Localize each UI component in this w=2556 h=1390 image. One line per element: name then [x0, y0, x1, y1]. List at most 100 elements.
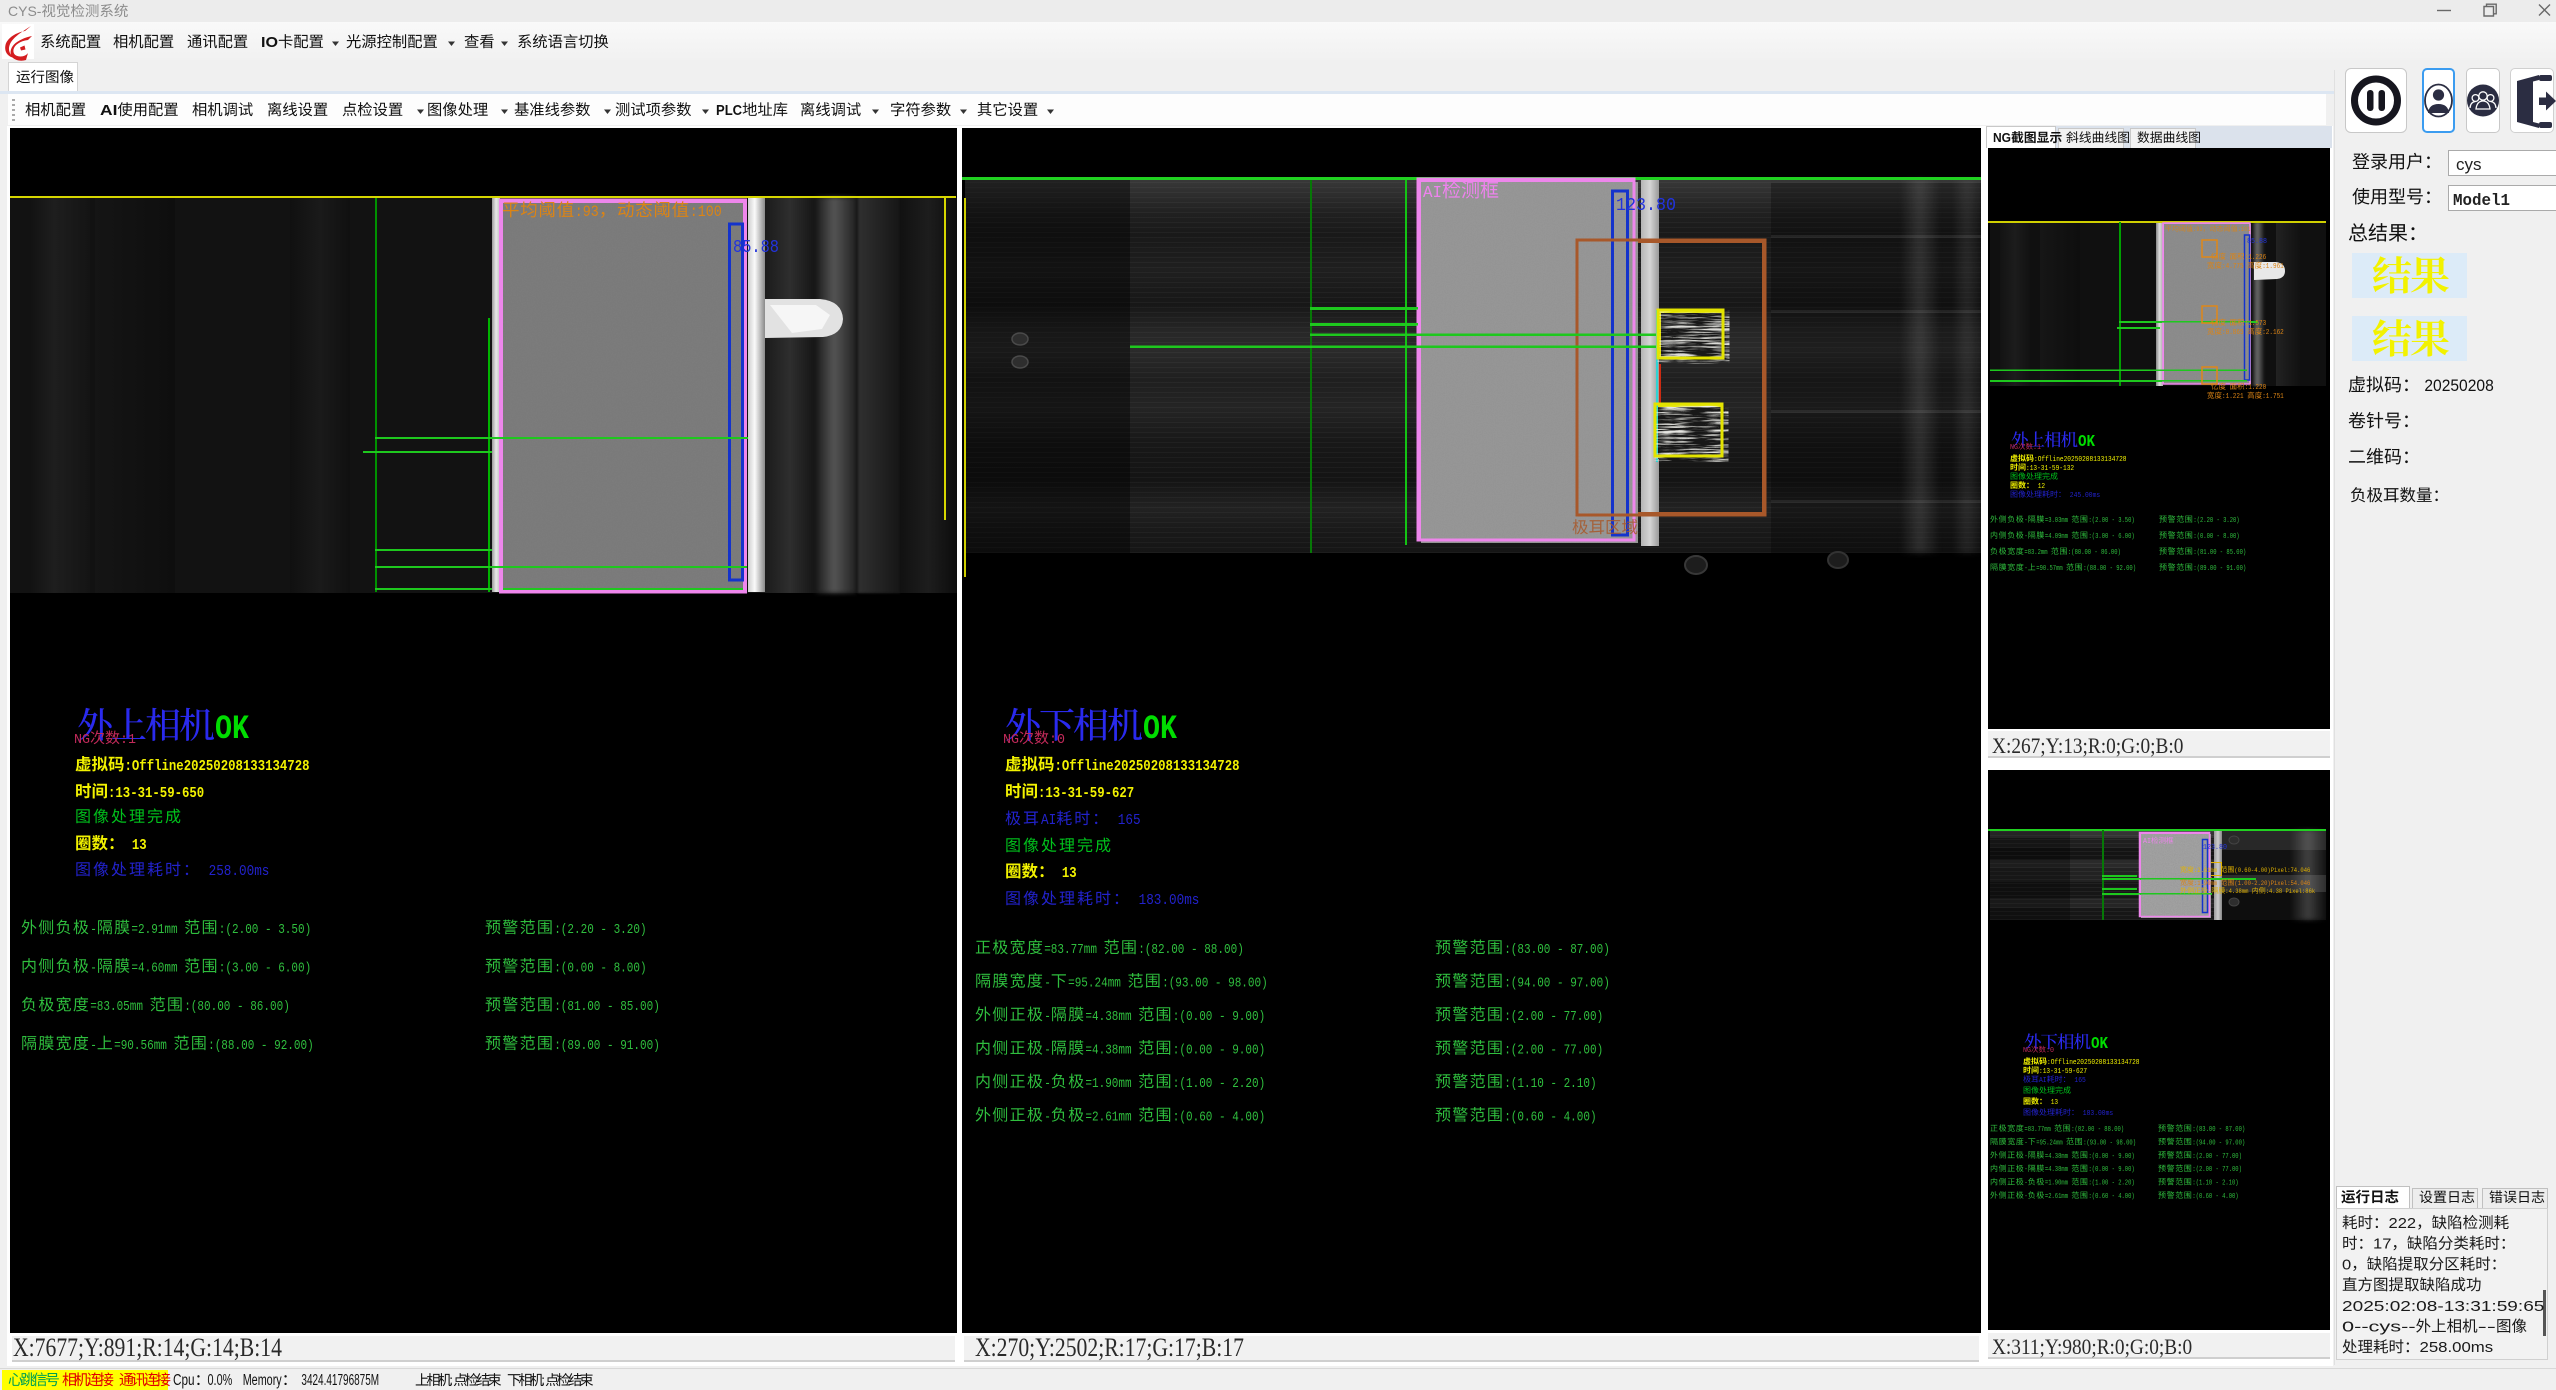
svg-text:=83.05mm: =83.05mm [90, 999, 149, 1015]
svg-text::1.90mm: :1.90mm [2194, 880, 2220, 887]
svg-text::1.220: :1.220 [2245, 384, 2267, 392]
svg-text::(93.00 - 98.00): :(93.00 - 98.00) [2083, 1139, 2136, 1147]
svg-text:=95.24mm: =95.24mm [1068, 976, 1127, 992]
svg-text::(0.60 - 4.00): :(0.60 - 4.00) [1504, 1110, 1596, 1126]
svg-text::(3.00 - 6.00): :(3.00 - 6.00) [2089, 533, 2135, 541]
svg-text::(80.00 - 86.00): :(80.00 - 86.00) [2068, 549, 2121, 557]
svg-text:123.80: 123.80 [2203, 844, 2227, 852]
svg-text:X:311;Y:980;R:0;G:0;B:0: X:311;Y:980;R:0;G:0;B:0 [1992, 1334, 2192, 1359]
svg-text:=4.09mm: =4.09mm [2045, 533, 2071, 541]
svg-text::0: :0 [2046, 1047, 2054, 1055]
svg-text::13-31-59-627: :13-31-59-627 [1038, 786, 1134, 802]
svg-text:AI: AI [1423, 184, 1442, 203]
svg-text::(0.00 - 9.00): :(0.00 - 9.00) [1173, 1043, 1265, 1059]
svg-text:(1.00-2.20)Pixel:54.046: (1.00-2.20)Pixel:54.046 [2234, 880, 2310, 887]
svg-text::(1.10 - 2.10): :(1.10 - 2.10) [2192, 1180, 2238, 1188]
svg-text::(2.00 - 77.00): :(2.00 - 77.00) [1504, 1043, 1603, 1059]
svg-text::Offline20250208133134728: :Offline20250208133134728 [2047, 1059, 2140, 1067]
svg-text:=83.2mm: =83.2mm [2024, 549, 2050, 557]
svg-text:=1.90mm: =1.90mm [1085, 1076, 1138, 1092]
svg-text::1.573: :1.573 [2245, 320, 2267, 328]
svg-text:-: - [2024, 1166, 2027, 1174]
svg-text::(82.00 - 88.00): :(82.00 - 88.00) [2071, 1126, 2124, 1134]
svg-text::(1.00 - 2.20): :(1.00 - 2.20) [1173, 1076, 1265, 1092]
svg-text:-: - [2208, 888, 2211, 895]
svg-text::(1.10 - 2.10): :(1.10 - 2.10) [1504, 1076, 1596, 1092]
svg-text:-: - [2024, 1153, 2027, 1161]
svg-text:-: - [2024, 1193, 2027, 1201]
svg-text:85.88: 85.88 [2247, 238, 2267, 246]
svg-text:12: 12 [2034, 483, 2045, 491]
svg-text::4.38mm: :4.38mm [2225, 888, 2251, 895]
svg-text::: : [449, 1372, 453, 1388]
svg-text::101: :101 [2238, 226, 2251, 233]
svg-text:CYS-: CYS- [8, 3, 42, 19]
svg-text::1.226: :1.226 [2245, 254, 2267, 262]
svg-text:=4.60mm: =4.60mm [131, 961, 184, 977]
svg-text::13-31-59-627: :13-31-59-627 [2039, 1068, 2087, 1076]
svg-text:183.00ms: 183.00ms [2079, 1110, 2113, 1118]
svg-text:AI: AI [2143, 838, 2151, 846]
svg-text:=4.38mm: =4.38mm [1085, 1009, 1138, 1025]
svg-text:222: 222 [2389, 1215, 2417, 1232]
svg-text:0: 0 [2342, 1256, 2351, 1273]
svg-text:PLC: PLC [716, 103, 743, 119]
svg-text::4.775: :4.775 [2222, 263, 2247, 271]
svg-text::(89.00 - 91.00): :(89.00 - 91.00) [554, 1038, 660, 1054]
svg-text::1: :1 [120, 732, 136, 748]
svg-text::(83.00 - 87.00): :(83.00 - 87.00) [1504, 942, 1610, 958]
svg-text::(89.00 - 91.00): :(89.00 - 91.00) [2193, 565, 2246, 573]
svg-text:13: 13 [2047, 1099, 2058, 1107]
svg-text:NG: NG [1003, 732, 1019, 748]
svg-text:-: - [2024, 565, 2027, 573]
svg-text::2.61mm: :2.61mm [2194, 867, 2220, 874]
svg-text::(0.00 - 9.00): :(0.00 - 9.00) [2089, 1153, 2135, 1161]
svg-text::(2.20 - 3.20): :(2.20 - 3.20) [2193, 517, 2239, 525]
svg-text::(88.00 - 92.00): :(88.00 - 92.00) [208, 1038, 314, 1054]
svg-text:-: - [2024, 517, 2027, 525]
svg-text:-: - [90, 961, 97, 977]
svg-text:-: - [2024, 1139, 2027, 1147]
svg-text:NG: NG [74, 732, 90, 748]
svg-text:-: - [1044, 1110, 1051, 1126]
svg-text:cys: cys [2456, 155, 2482, 174]
svg-text::(0.60 - 4.00): :(0.60 - 4.00) [1173, 1110, 1265, 1126]
svg-text::93: :93 [2193, 226, 2203, 233]
svg-text::(94.00 - 97.00): :(94.00 - 97.00) [1504, 976, 1610, 992]
svg-text::0: :0 [1049, 732, 1065, 748]
svg-text:=83.77mm: =83.77mm [2024, 1126, 2054, 1134]
svg-text::1.961: :1.961 [2262, 263, 2284, 271]
svg-text::(94.00 - 97.00): :(94.00 - 97.00) [2192, 1139, 2245, 1147]
svg-text:20250208: 20250208 [2420, 376, 2494, 395]
svg-text:=4.38mm: =4.38mm [1085, 1043, 1138, 1059]
svg-text:0--cys--: 0--cys-- [2342, 1319, 2416, 1336]
svg-text:13: 13 [125, 838, 147, 854]
svg-text:=3.03mm: =3.03mm [2045, 517, 2071, 525]
svg-text:Cpu: Cpu [173, 1372, 195, 1389]
svg-text::(80.00 - 86.00): :(80.00 - 86.00) [184, 999, 290, 1015]
svg-text:258.00ms: 258.00ms [2420, 1339, 2494, 1356]
svg-text::13-31-59-132: :13-31-59-132 [2026, 465, 2074, 473]
svg-text:165: 165 [2071, 1077, 2087, 1085]
svg-text:OK: OK [2078, 433, 2096, 452]
svg-text:OK: OK [2091, 1035, 2109, 1054]
svg-text::: : [541, 1372, 545, 1388]
svg-text::1.751: :1.751 [2262, 393, 2284, 401]
svg-text::(93.00 - 98.00): :(93.00 - 98.00) [1162, 976, 1268, 992]
svg-text:165: 165 [1110, 813, 1140, 829]
svg-text::0.865: :0.865 [2222, 329, 2247, 337]
svg-text::Offline20250208133134728: :Offline20250208133134728 [2034, 456, 2127, 464]
svg-text::(0.00 - 8.00): :(0.00 - 8.00) [554, 961, 646, 977]
svg-text::(2.00 - 3.50): :(2.00 - 3.50) [219, 922, 311, 938]
svg-text::Offline20250208133134728: :Offline20250208133134728 [1055, 759, 1240, 775]
svg-text::2.162: :2.162 [2262, 329, 2284, 337]
svg-text:AI: AI [100, 103, 117, 119]
svg-text::(0.00 - 8.00): :(0.00 - 8.00) [2193, 533, 2239, 541]
svg-text:=2.61mm: =2.61mm [2045, 1193, 2071, 1201]
svg-text:-: - [90, 922, 97, 938]
svg-text:85.88: 85.88 [733, 238, 779, 258]
svg-text:=2.91mm: =2.91mm [131, 922, 184, 938]
svg-text::100: :100 [690, 203, 722, 221]
svg-text:-: - [1044, 1009, 1051, 1025]
svg-text:=4.38mm: =4.38mm [2045, 1153, 2071, 1161]
